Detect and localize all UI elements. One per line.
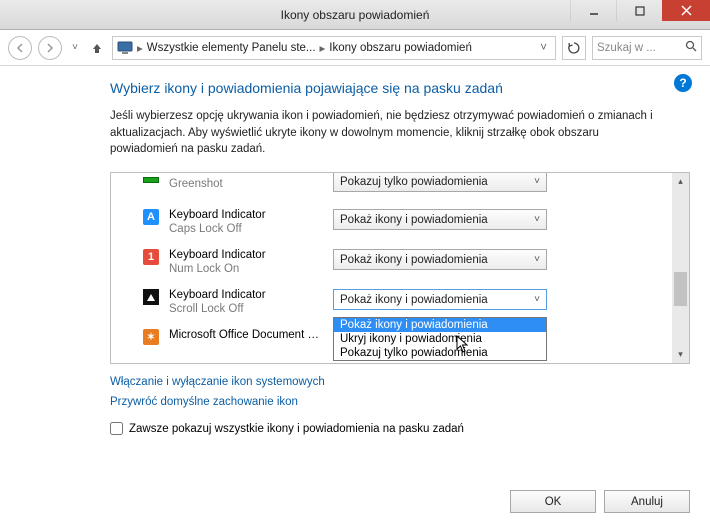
app-name: Keyboard Indicator	[169, 248, 333, 262]
nav-bar: ˅ ▸ Wszystkie elementy Panelu ste... ▸ I…	[0, 30, 710, 66]
behavior-select[interactable]: Pokazuj tylko powiadomienia ˅	[333, 172, 547, 192]
icon-row: A Keyboard Indicator Caps Lock Off Pokaż…	[111, 205, 672, 245]
history-dropdown[interactable]: ˅	[68, 42, 82, 53]
app-icon-keyboard-caps: A	[141, 208, 161, 226]
button-bar: OK Anuluj	[510, 490, 690, 513]
breadcrumb-root[interactable]: Wszystkie elementy Panelu ste...	[147, 42, 316, 54]
app-icon-greenshot	[141, 172, 161, 189]
app-name: Keyboard Indicator	[169, 208, 333, 222]
always-show-checkbox[interactable]	[110, 422, 123, 435]
always-show-label: Zawsze pokazuj wszystkie ikony i powiado…	[129, 423, 464, 435]
app-icon-office: ✶	[141, 328, 161, 346]
behavior-select-open[interactable]: Pokaż ikony i powiadomienia ˅	[333, 289, 547, 310]
app-name: Keyboard Indicator	[169, 288, 333, 302]
search-input[interactable]: Szukaj w ...	[592, 36, 702, 60]
system-icons-link[interactable]: Włączanie i wyłączanie ikon systemowych	[110, 376, 690, 388]
restore-defaults-link[interactable]: Przywróć domyślne zachowanie ikon	[110, 396, 690, 408]
up-button[interactable]	[88, 42, 106, 54]
icon-row: 1 Keyboard Indicator Num Lock On Pokaż i…	[111, 245, 672, 285]
back-button[interactable]	[8, 36, 32, 60]
refresh-button[interactable]	[562, 36, 586, 60]
search-placeholder: Szukaj w ...	[597, 42, 656, 54]
scroll-down-button[interactable]: ▾	[672, 346, 689, 363]
cancel-button[interactable]: Anuluj	[604, 490, 690, 513]
chevron-down-icon: ˅	[534, 214, 540, 225]
scroll-thumb[interactable]	[674, 272, 687, 306]
app-icon-keyboard-scroll	[141, 288, 161, 306]
links-section: Włączanie i wyłączanie ikon systemowych …	[110, 376, 690, 408]
ok-button[interactable]: OK	[510, 490, 596, 513]
chevron-down-icon: ˅	[534, 254, 540, 265]
app-sub: Num Lock On	[169, 262, 333, 276]
title-bar: Ikony obszaru powiadomień	[0, 0, 710, 30]
app-icon-keyboard-num: 1	[141, 248, 161, 266]
close-button[interactable]	[662, 0, 710, 21]
app-name: Greenshot	[169, 177, 333, 191]
app-name: Microsoft Office Document …	[169, 328, 333, 342]
content-pane: ? Wybierz ikony i powiadomienia pojawiaj…	[0, 66, 710, 527]
breadcrumb[interactable]: ▸ Wszystkie elementy Panelu ste... ▸ Iko…	[112, 36, 556, 60]
maximize-button[interactable]	[616, 0, 662, 21]
chevron-down-icon: ˅	[534, 176, 540, 187]
chevron-right-icon: ▸	[137, 41, 143, 55]
breadcrumb-dropdown-icon[interactable]: ˅	[540, 42, 547, 54]
forward-button[interactable]	[38, 36, 62, 60]
minimize-button[interactable]	[570, 0, 616, 21]
breadcrumb-current[interactable]: Ikony obszaru powiadomień	[329, 42, 472, 54]
behavior-select[interactable]: Pokaż ikony i powiadomienia ˅	[333, 249, 547, 270]
always-show-row: Zawsze pokazuj wszystkie ikony i powiado…	[110, 422, 690, 435]
page-heading: Wybierz ikony i powiadomienia pojawiając…	[110, 80, 690, 96]
window-buttons	[570, 0, 710, 21]
dropdown-option[interactable]: Pokaż ikony i powiadomienia	[334, 318, 546, 332]
chevron-down-icon: ˅	[534, 294, 540, 305]
app-sub: Scroll Lock Off	[169, 302, 333, 316]
app-sub: Caps Lock Off	[169, 222, 333, 236]
icon-row: Greenshot Pokazuj tylko powiadomienia ˅	[111, 177, 672, 205]
scroll-track[interactable]	[672, 190, 689, 346]
help-icon[interactable]: ?	[674, 74, 692, 92]
dropdown-option[interactable]: Pokazuj tylko powiadomienia	[334, 346, 546, 360]
monitor-icon	[117, 41, 133, 55]
chevron-right-icon: ▸	[320, 41, 326, 55]
icon-list-frame: Greenshot Pokazuj tylko powiadomienia ˅ …	[110, 172, 690, 364]
behavior-dropdown[interactable]: Pokaż ikony i powiadomienia Ukryj ikony …	[333, 317, 547, 361]
behavior-select[interactable]: Pokaż ikony i powiadomienia ˅	[333, 209, 547, 230]
page-description: Jeśli wybierzesz opcję ukrywania ikon i …	[110, 108, 660, 158]
scroll-up-button[interactable]: ▴	[672, 173, 689, 190]
search-icon	[685, 40, 697, 55]
scrollbar[interactable]: ▴ ▾	[672, 173, 689, 363]
dropdown-option[interactable]: Ukryj ikony i powiadomienia	[334, 332, 546, 346]
